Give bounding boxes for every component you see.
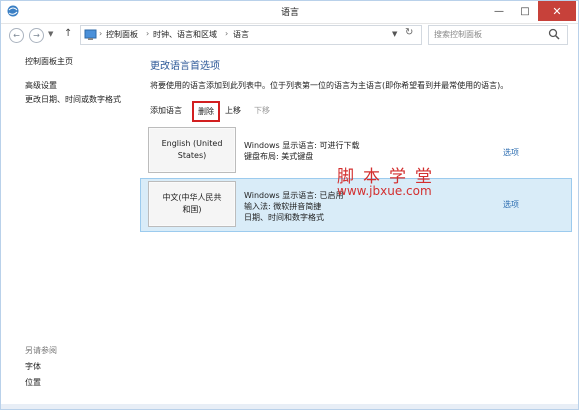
see-also-location[interactable]: 位置: [25, 377, 41, 388]
window-bottom-edge: [1, 404, 578, 409]
address-dropdown-icon[interactable]: ▼: [392, 30, 397, 38]
page-title: 更改语言首选项: [150, 61, 220, 72]
see-also-fonts[interactable]: 字体: [25, 361, 41, 372]
app-icon: [7, 5, 19, 17]
minimize-icon[interactable]: —: [486, 1, 512, 21]
language-tile-chinese[interactable]: 中文(中华人民共和国): [148, 181, 236, 227]
breadcrumb-separator: ›: [146, 29, 150, 38]
move-down-button: 下移: [254, 106, 270, 115]
breadcrumb-separator: ›: [225, 29, 229, 38]
search-placeholder: 搜索控制面板: [434, 30, 482, 39]
remove-button[interactable]: 删除: [192, 101, 220, 122]
forward-arrow-icon[interactable]: →: [29, 28, 44, 43]
sidebar-advanced-settings[interactable]: 高级设置: [25, 80, 57, 91]
breadcrumb-control-panel[interactable]: 控制面板: [106, 29, 138, 40]
control-panel-icon: [84, 29, 97, 40]
maximize-icon[interactable]: □: [512, 1, 538, 21]
close-icon[interactable]: ✕: [538, 1, 576, 21]
language-detail: 日期、时间和数字格式: [244, 213, 324, 222]
language-detail: Windows 显示语言: 可进行下载: [244, 141, 360, 150]
sidebar-home-link[interactable]: 控制面板主页: [25, 56, 73, 67]
add-language-button[interactable]: 添加语言: [150, 105, 182, 116]
breadcrumb-separator: ›: [99, 29, 103, 38]
refresh-icon[interactable]: ↻: [405, 27, 413, 38]
language-name: 中文(中华人民共和国): [162, 193, 222, 214]
see-also-heading: 另请参阅: [25, 346, 57, 355]
language-detail: 键盘布局: 美式键盘: [244, 152, 314, 161]
up-arrow-icon[interactable]: ↑: [64, 28, 72, 39]
breadcrumb-language[interactable]: 语言: [233, 29, 249, 40]
breadcrumb-clock-language-region[interactable]: 时钟、语言和区域: [153, 29, 217, 40]
language-tile-english[interactable]: English (United States): [148, 127, 236, 173]
search-icon[interactable]: [548, 28, 560, 40]
language-name: English (United States): [161, 139, 223, 160]
sidebar-change-date-format[interactable]: 更改日期、时间或数字格式: [25, 94, 121, 105]
history-dropdown-icon[interactable]: ▼: [48, 30, 53, 38]
watermark-url: www.jbxue.com: [337, 184, 432, 198]
language-detail: Windows 显示语言: 已启用: [244, 191, 344, 200]
move-up-button[interactable]: 上移: [225, 105, 241, 116]
language-detail: 输入法: 微软拼音简捷: [244, 202, 322, 211]
window-title: 语言: [280, 8, 299, 18]
options-link-english[interactable]: 选项: [503, 147, 519, 158]
options-link-chinese[interactable]: 选项: [503, 199, 519, 210]
back-arrow-icon[interactable]: ←: [9, 28, 24, 43]
page-description: 将要使用的语言添加到此列表中。位于列表第一位的语言为主语言(即你希望看到并最常使…: [150, 81, 509, 90]
